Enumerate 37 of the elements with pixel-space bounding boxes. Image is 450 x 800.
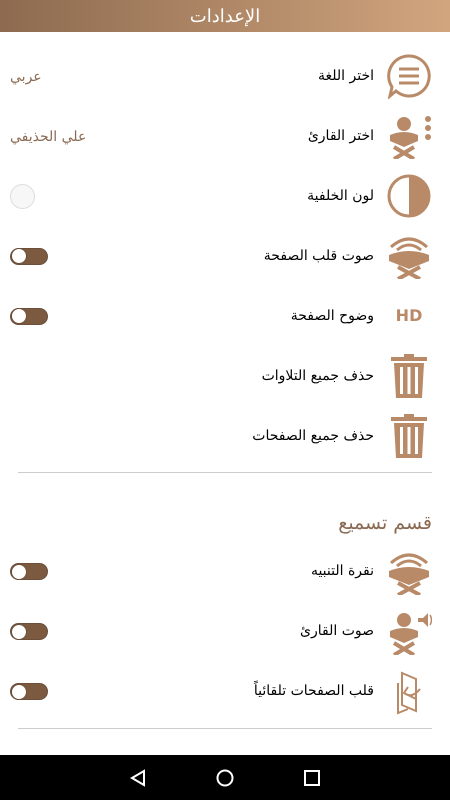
trash-icon [389, 413, 429, 459]
settings-row[interactable]: قلب الصفحات تلقائياً [0, 662, 450, 722]
home-icon[interactable] [216, 768, 234, 786]
chat-menu-icon [386, 53, 432, 99]
toggle-switch[interactable] [10, 308, 48, 324]
setting-label: لون الخلفية [307, 186, 374, 206]
toggle-switch[interactable] [10, 563, 48, 580]
setting-label: حذف جميع الصفحات [252, 426, 374, 446]
trash-icon [389, 353, 429, 399]
settings-row[interactable]: صوت قلب الصفحة [0, 226, 450, 286]
settings-row[interactable]: حذف جميع التلاوات [0, 346, 450, 406]
toggle-switch[interactable] [10, 623, 48, 640]
hd-label: HD [396, 305, 422, 327]
setting-value: عربي [10, 69, 42, 85]
window-title: الإعدادات [190, 4, 260, 28]
setting-label: اختر اللغة [318, 66, 374, 86]
setting-label: وضوح الصفحة [290, 306, 374, 326]
settings-row[interactable]: اختر اللغة عربي [0, 46, 450, 106]
setting-label: نقرة التنبيه [310, 562, 374, 581]
recents-icon[interactable] [304, 770, 320, 786]
setting-label: حذف جميع التلاوات [262, 366, 374, 386]
section-title: قسم تسميع [338, 512, 432, 534]
toggle-switch[interactable] [10, 248, 48, 264]
back-icon[interactable] [130, 768, 146, 786]
settings-row[interactable]: لون الخلفية [0, 166, 450, 226]
toggle-switch[interactable] [10, 683, 48, 700]
settings-row[interactable]: نقرة التنبيه [0, 542, 450, 602]
setting-value: علي الحذيفي [10, 129, 86, 145]
settings-row[interactable]: صوت القارئ [0, 602, 450, 662]
setting-label: اختر القارئ [308, 126, 374, 146]
contrast-icon [386, 173, 432, 219]
settings-row[interactable]: اختر القارئ علي الحذيفي [0, 106, 450, 166]
settings-row[interactable]: حذف جميع الصفحات [0, 406, 450, 466]
setting-label: صوت قلب الصفحة [264, 246, 374, 266]
color-swatch[interactable] [10, 184, 35, 208]
setting-label: صوت القارئ [300, 622, 374, 641]
setting-label: قلب الصفحات تلقائياً [254, 681, 374, 702]
